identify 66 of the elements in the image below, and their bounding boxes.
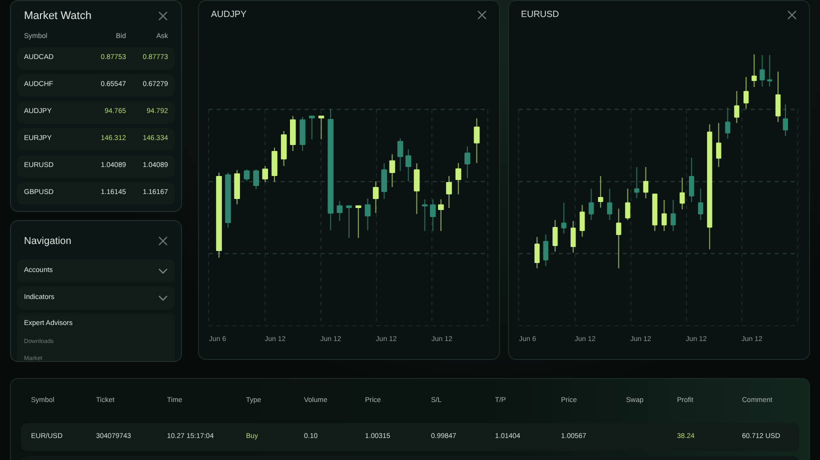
- candle: [625, 188, 630, 220]
- candle: [253, 168, 259, 190]
- candle: [372, 180, 379, 214]
- candle: [616, 208, 622, 269]
- candle: [752, 54, 757, 88]
- candle: [464, 146, 470, 178]
- candle: [422, 198, 428, 232]
- panel-title: Navigation: [24, 234, 72, 248]
- candle: [543, 234, 548, 266]
- candle: [300, 116, 306, 152]
- close-icon[interactable]: [158, 236, 168, 246]
- candle: [355, 204, 362, 238]
- close-icon[interactable]: [477, 10, 487, 20]
- candle: [430, 198, 436, 232]
- chevron-down-icon: [158, 295, 168, 301]
- chevron-down-icon: [158, 268, 168, 274]
- chart-title: AUDJPY: [211, 8, 247, 21]
- candle: [775, 71, 781, 122]
- candle: [381, 162, 388, 200]
- candle: [534, 236, 540, 269]
- candle: [309, 115, 315, 140]
- chart-title: EURUSD: [521, 8, 560, 21]
- panel-title: Market Watch: [24, 8, 92, 24]
- candle: [689, 157, 694, 202]
- candle: [782, 104, 788, 136]
- candle: [662, 200, 667, 232]
- candle: [262, 166, 268, 182]
- candle: [698, 188, 704, 220]
- candle: [561, 202, 566, 234]
- candle: [670, 200, 676, 232]
- candle: [474, 118, 480, 164]
- candle: [397, 138, 404, 172]
- candle: [389, 154, 396, 188]
- candle: [234, 170, 240, 205]
- candle: [290, 116, 296, 152]
- candle: [643, 166, 648, 199]
- candle: [570, 220, 576, 254]
- candle: [336, 200, 343, 222]
- candle: [580, 204, 585, 238]
- candle: [588, 188, 594, 220]
- candle: [244, 168, 250, 182]
- candle: [414, 162, 420, 214]
- candle: [455, 162, 462, 195]
- close-icon[interactable]: [158, 11, 168, 21]
- candle: [552, 220, 558, 252]
- candle: [734, 90, 740, 124]
- candle: [716, 122, 722, 168]
- candle: [446, 176, 452, 208]
- candle: [272, 147, 278, 182]
- candle: [318, 115, 324, 140]
- candle: [225, 172, 231, 228]
- candle: [760, 54, 765, 88]
- candle: [405, 148, 412, 182]
- candle: [634, 166, 640, 199]
- candle: [346, 204, 352, 238]
- candle: [744, 76, 749, 110]
- candle: [767, 54, 772, 88]
- candle: [652, 193, 658, 232]
- close-icon[interactable]: [787, 10, 797, 20]
- candle: [438, 198, 444, 232]
- candle: [598, 176, 604, 208]
- candle: [725, 107, 730, 140]
- candle: [607, 188, 612, 220]
- candle: [680, 177, 685, 210]
- candle: [280, 130, 287, 166]
- candle: [364, 198, 371, 231]
